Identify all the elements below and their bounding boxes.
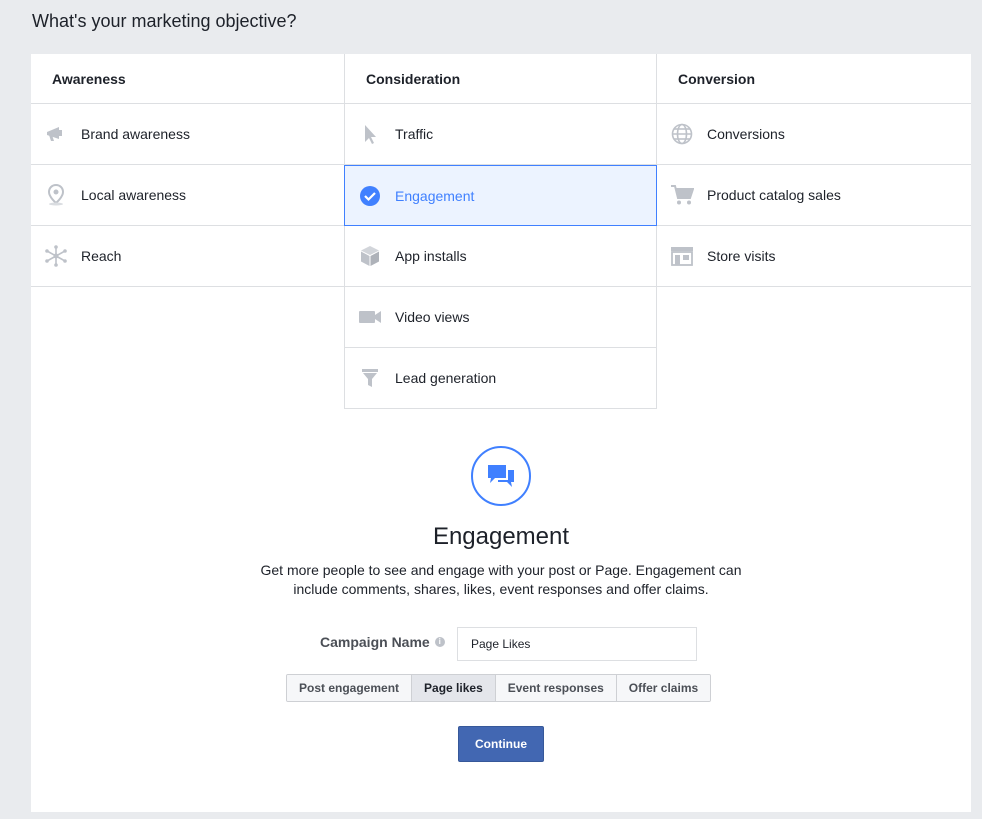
location-pin-icon xyxy=(44,183,68,207)
option-store-visits[interactable]: Store visits xyxy=(657,226,971,287)
segment-page-likes[interactable]: Page likes xyxy=(412,675,496,701)
option-engagement[interactable]: Engagement xyxy=(344,165,657,226)
box-icon xyxy=(358,244,382,268)
segment-event-responses[interactable]: Event responses xyxy=(495,675,617,701)
column-header-consideration: Consideration xyxy=(344,54,657,104)
option-app-installs[interactable]: App installs xyxy=(344,226,657,287)
objective-panel: Awareness Brand awareness Local awarenes… xyxy=(31,54,971,812)
option-label: Product catalog sales xyxy=(707,187,841,203)
reach-icon xyxy=(44,244,68,268)
campaign-name-label: Campaign Name i xyxy=(320,634,445,650)
funnel-icon xyxy=(358,366,382,390)
column-conversion: Conversion Conversions Product catalog s… xyxy=(657,54,971,287)
option-label: Traffic xyxy=(395,126,434,142)
megaphone-icon xyxy=(44,122,68,146)
globe-icon xyxy=(670,122,694,146)
option-product-catalog-sales[interactable]: Product catalog sales xyxy=(657,165,971,226)
store-icon xyxy=(670,244,694,268)
option-label: Engagement xyxy=(395,187,475,204)
option-label: Video views xyxy=(395,309,470,325)
detail-description: Get more people to see and engage with y… xyxy=(260,562,742,597)
option-label: Brand awareness xyxy=(81,126,190,142)
option-lead-generation[interactable]: Lead generation xyxy=(344,348,657,409)
segment-offer-claims[interactable]: Offer claims xyxy=(616,675,711,701)
video-camera-icon xyxy=(358,305,382,329)
column-header-conversion: Conversion xyxy=(657,54,971,104)
option-conversions[interactable]: Conversions xyxy=(657,104,971,165)
campaign-name-input[interactable] xyxy=(457,627,697,661)
detail-title: Engagement xyxy=(432,523,570,550)
page-title: What's your marketing objective? xyxy=(32,11,297,31)
segment-post-engagement[interactable]: Post engagement xyxy=(287,675,413,701)
column-header-awareness: Awareness xyxy=(31,54,344,104)
info-icon[interactable]: i xyxy=(434,637,445,647)
continue-button[interactable]: Continue xyxy=(458,726,544,762)
campaign-name-label-text: Campaign Name xyxy=(320,634,430,650)
column-consideration: Consideration Traffic Engagement App ins… xyxy=(344,54,657,409)
option-label: Conversions xyxy=(707,126,785,142)
column-awareness: Awareness Brand awareness Local awarenes… xyxy=(31,54,344,287)
option-label: Local awareness xyxy=(81,187,187,203)
option-video-views[interactable]: Video views xyxy=(344,287,657,348)
cart-icon xyxy=(670,183,694,207)
option-label: Store visits xyxy=(707,248,776,264)
option-label: Reach xyxy=(81,248,122,264)
engagement-type-selector: Post engagement Page likes Event respons… xyxy=(286,674,712,702)
option-local-awareness[interactable]: Local awareness xyxy=(31,165,344,226)
cursor-icon xyxy=(358,122,382,146)
speech-bubbles-icon xyxy=(471,446,531,506)
option-reach[interactable]: Reach xyxy=(31,226,344,287)
option-label: Lead generation xyxy=(395,370,497,386)
option-label: App installs xyxy=(395,248,467,264)
checkmark-circle-icon xyxy=(358,184,382,208)
option-traffic[interactable]: Traffic xyxy=(344,104,657,165)
option-brand-awareness[interactable]: Brand awareness xyxy=(31,104,344,165)
